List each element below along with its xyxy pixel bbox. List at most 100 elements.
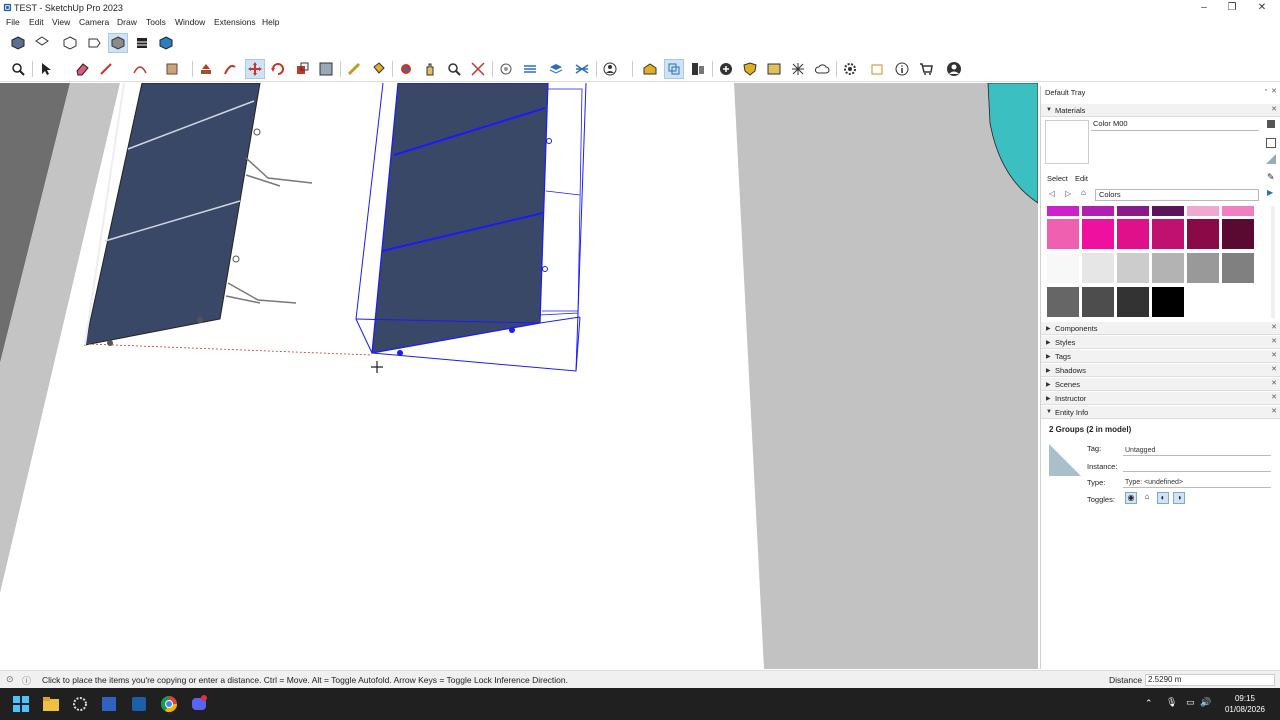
tag-select[interactable]: Untagged [1123,445,1271,456]
model-viewport[interactable] [0,83,1038,669]
top-view-icon[interactable] [32,33,52,53]
styles-panel-header[interactable]: ▶ Styles ✕ [1041,336,1280,349]
volume-icon[interactable]: 🔊 [1200,697,1211,708]
forward-arrow-icon[interactable]: ▷ [1065,189,1071,198]
scenes-icon[interactable] [764,59,784,79]
tray-close-icon[interactable]: ✕ [1271,87,1277,95]
shield-icon[interactable] [740,59,760,79]
color-swatch[interactable] [1082,206,1114,216]
components-icon[interactable] [664,59,684,79]
sandbox-icon[interactable] [520,59,540,79]
menu-edit[interactable]: Edit [29,17,44,27]
right-view-icon[interactable] [84,33,104,53]
layers-icon[interactable] [546,59,566,79]
color-swatch[interactable] [1187,219,1219,249]
instance-field[interactable] [1123,461,1271,472]
warehouse-icon[interactable] [640,59,660,79]
entity-info-panel-header[interactable]: ▼ Entity Info ✕ [1041,406,1280,419]
home-icon[interactable]: ⌂ [1081,188,1086,197]
stamp-icon[interactable] [572,59,592,79]
color-swatch[interactable] [1047,219,1079,249]
menu-tools[interactable]: Tools [146,17,166,27]
color-swatch[interactable] [1117,219,1149,249]
back-arrow-icon[interactable]: ◁ [1049,189,1055,198]
visibility-toggle-icon[interactable]: ◉ [1125,492,1137,504]
minimize-icon[interactable]: – [1190,1,1218,14]
windows-start-icon[interactable] [12,695,30,713]
cart-icon[interactable] [916,59,936,79]
discord-icon[interactable] [190,695,208,713]
grid-icon[interactable] [788,59,808,79]
rotate-tool-icon[interactable] [268,59,288,79]
color-swatch[interactable] [1222,253,1254,283]
info-icon[interactable] [892,59,912,79]
pan-icon[interactable] [420,59,440,79]
zoom-extents-icon[interactable] [468,59,488,79]
color-swatch[interactable] [1187,253,1219,283]
pin-icon[interactable]: ▫ [1265,87,1267,94]
paint-bucket-icon[interactable] [368,59,388,79]
profile-icon[interactable] [944,59,964,79]
tape-measure-icon[interactable] [344,59,364,79]
measurements-box[interactable]: 2.5290 m [1145,674,1275,686]
account-icon[interactable] [600,59,620,79]
instructor-panel-header[interactable]: ▶ Instructor ✕ [1041,392,1280,405]
follow-me-tool-icon[interactable] [220,59,240,79]
arc-tool-icon[interactable] [130,59,150,79]
color-swatch[interactable] [1152,206,1184,216]
file-explorer-icon[interactable] [42,695,60,713]
menu-extensions[interactable]: Extensions [214,17,256,27]
maximize-icon[interactable]: ❐ [1218,1,1246,14]
cloud-icon[interactable] [812,59,832,79]
swatch-scrollbar[interactable] [1271,206,1275,318]
color-swatch[interactable] [1047,206,1079,216]
iso-view-icon[interactable] [8,33,28,53]
textured-style-icon[interactable] [156,33,176,53]
cast-shadows-toggle-icon[interactable]: ◐ [1157,492,1169,504]
close-icon[interactable]: ✕ [1248,1,1276,14]
color-swatch[interactable] [1047,287,1079,317]
color-swatch[interactable] [1222,219,1254,249]
color-swatch[interactable] [1117,206,1149,216]
menu-view[interactable]: View [52,17,70,27]
monochrome-style-icon[interactable] [132,33,152,53]
menu-window[interactable]: Window [175,17,205,27]
color-swatch[interactable] [1117,253,1149,283]
zoom-icon[interactable] [444,59,464,79]
tags-panel-header[interactable]: ▶ Tags ✕ [1041,350,1280,363]
menu-help[interactable]: Help [262,17,279,27]
microphone-icon[interactable]: 🎙 [1166,697,1177,708]
color-swatch[interactable] [1187,206,1219,216]
sketchup-taskbar-icon[interactable] [130,695,148,713]
lock-icon[interactable] [1267,120,1275,128]
monitor-icon[interactable]: ▭ [1186,697,1195,708]
menu-camera[interactable]: Camera [79,17,109,27]
create-material-icon[interactable] [1266,138,1276,148]
receive-shadows-toggle-icon[interactable]: ◑ [1173,492,1185,504]
eraser-tool-icon[interactable] [72,59,92,79]
layout-icon[interactable] [868,59,888,79]
settings-gear-icon[interactable] [840,59,860,79]
front-view-icon[interactable] [60,33,80,53]
shadows-panel-header[interactable]: ▶ Shadows ✕ [1041,364,1280,377]
color-swatch[interactable] [1117,287,1149,317]
lock-toggle-icon[interactable]: ⌂ [1141,492,1153,504]
color-swatch[interactable] [1047,253,1079,283]
outliner-icon[interactable] [688,59,708,79]
scenes-panel-header[interactable]: ▶ Scenes ✕ [1041,378,1280,391]
line-tool-icon[interactable] [96,59,116,79]
color-swatch[interactable] [1152,253,1184,283]
type-select[interactable]: Type: <undefined> [1123,477,1271,488]
library-select[interactable]: Colors [1095,189,1259,201]
offset-tool-icon[interactable] [316,59,336,79]
info-status-icon[interactable]: ⓘ [22,674,31,687]
push-pull-tool-icon[interactable] [196,59,216,79]
details-arrow-icon[interactable]: ▶ [1267,188,1273,197]
color-swatch[interactable] [1152,287,1184,317]
color-swatch[interactable] [1152,219,1184,249]
chrome-icon[interactable] [160,695,178,713]
panel-close-icon[interactable]: ✕ [1271,105,1277,113]
app-icon[interactable] [100,695,118,713]
geolocation-icon[interactable]: ⊙ [6,674,14,685]
tab-select[interactable]: Select [1047,174,1068,183]
